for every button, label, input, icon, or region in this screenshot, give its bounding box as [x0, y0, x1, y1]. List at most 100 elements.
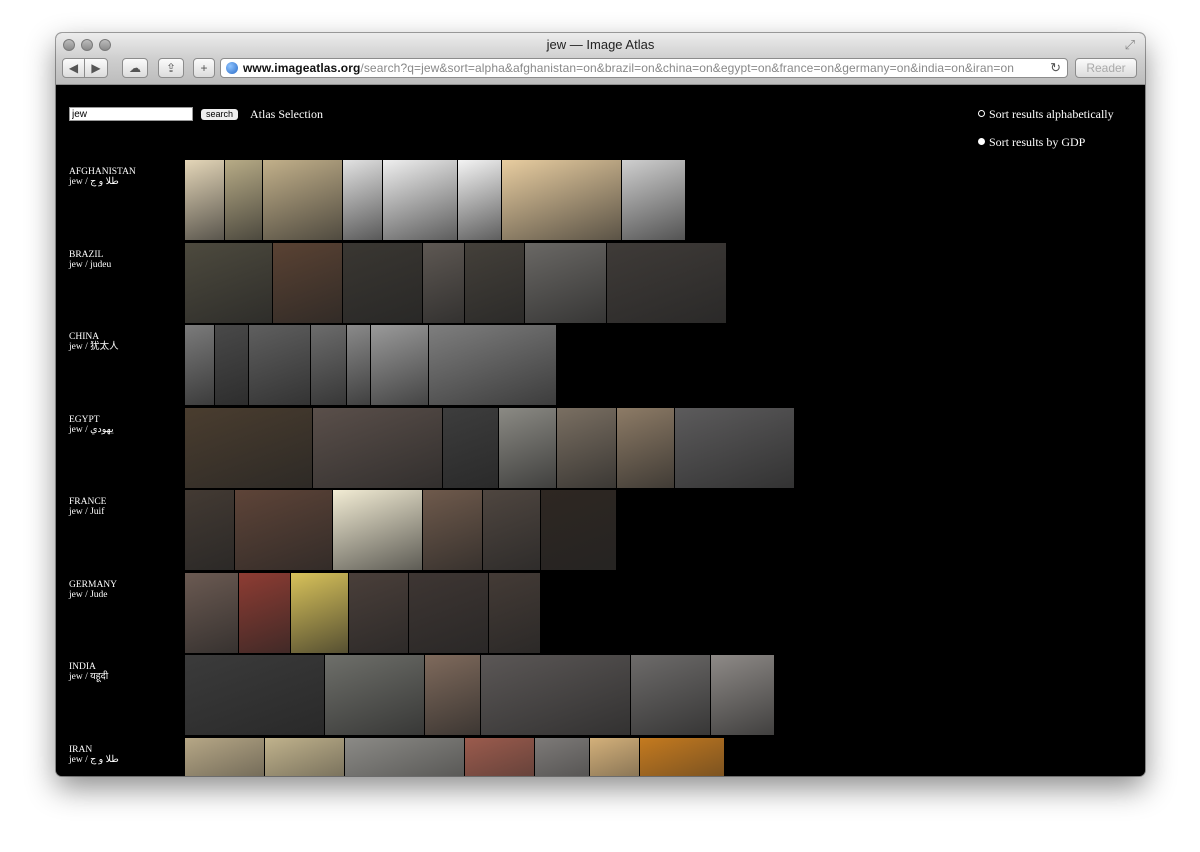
result-image[interactable]: [622, 160, 686, 240]
back-button[interactable]: ◀: [62, 58, 85, 78]
share-button[interactable]: ⇪: [158, 58, 184, 78]
window-title: jew — Image Atlas: [546, 37, 655, 52]
result-image[interactable]: [617, 407, 675, 488]
result-image[interactable]: [185, 655, 325, 735]
sort-alpha-radio-icon[interactable]: [978, 110, 985, 117]
result-image[interactable]: [429, 325, 557, 405]
country-label: IRAN jew / ﻃﻼ و ﺝ: [69, 745, 119, 765]
cloud-icon: ☁: [129, 61, 141, 75]
result-image[interactable]: [185, 490, 235, 570]
result-row: EGYPT jew / يهودي: [56, 407, 1145, 490]
country-name: IRAN: [69, 744, 93, 755]
result-image[interactable]: [423, 490, 483, 570]
result-image[interactable]: [313, 407, 443, 488]
result-image[interactable]: [711, 655, 775, 735]
search-terms: jew / ﻃﻼ و ﺝ: [69, 177, 119, 187]
forward-button[interactable]: ▶: [84, 58, 108, 78]
reload-icon[interactable]: ↻: [1050, 59, 1061, 77]
result-image[interactable]: [383, 160, 458, 240]
result-image[interactable]: [590, 737, 640, 776]
result-image[interactable]: [443, 407, 499, 488]
result-row: INDIA jew / यहूदी: [56, 655, 1145, 737]
result-row: CHINA jew / 犹太人: [56, 325, 1145, 407]
globe-icon: [226, 62, 238, 74]
sort-gdp-option[interactable]: Sort results by GDP: [978, 135, 1085, 150]
result-image[interactable]: [607, 242, 727, 323]
url-path: /search?q=jew&sort=alpha&afghanistan=on&…: [360, 61, 1015, 75]
result-row: FRANCE jew / Juif: [56, 490, 1145, 572]
result-image[interactable]: [343, 160, 383, 240]
result-image[interactable]: [425, 655, 481, 735]
page-content: search Atlas Selection Sort results alph…: [56, 85, 1145, 776]
country-name: AFGHANISTAN: [69, 167, 136, 177]
result-image[interactable]: [311, 325, 347, 405]
result-image[interactable]: [343, 242, 423, 323]
sort-alpha-option[interactable]: Sort results alphabetically: [978, 107, 1114, 122]
result-image[interactable]: [483, 490, 541, 570]
sort-alpha-label: Sort results alphabetically: [989, 107, 1114, 121]
result-image[interactable]: [535, 737, 590, 776]
result-image[interactable]: [273, 242, 343, 323]
country-label: AFGHANISTAN jew / ﻃﻼ و ﺝ: [69, 167, 136, 187]
sort-gdp-radio-icon[interactable]: [978, 138, 985, 145]
country-name: INDIA: [69, 662, 96, 672]
result-row: BRAZIL jew / judeu: [56, 242, 1145, 325]
result-image[interactable]: [499, 407, 557, 488]
result-image[interactable]: [249, 325, 311, 405]
result-image[interactable]: [489, 572, 541, 653]
search-terms: jew / यहूदी: [69, 672, 109, 682]
atlas-selection-link[interactable]: Atlas Selection: [250, 107, 323, 122]
result-image[interactable]: [347, 325, 371, 405]
country-label: GERMANY jew / Jude: [69, 580, 117, 600]
result-image[interactable]: [631, 655, 711, 735]
result-image[interactable]: [215, 325, 249, 405]
search-terms: jew / judeu: [69, 259, 112, 270]
image-strip: [185, 572, 541, 653]
add-bookmark-button[interactable]: +: [193, 58, 215, 78]
reader-button[interactable]: Reader: [1075, 58, 1137, 78]
search-terms: jew / 犹太人: [69, 342, 119, 352]
sort-gdp-label: Sort results by GDP: [989, 135, 1086, 149]
result-image[interactable]: [465, 737, 535, 776]
result-image[interactable]: [458, 160, 502, 240]
url-text: www.imageatlas.org/search?q=jew&sort=alp…: [243, 59, 1014, 77]
result-image[interactable]: [525, 242, 607, 323]
result-image[interactable]: [185, 572, 239, 653]
result-image[interactable]: [291, 572, 349, 653]
image-strip: [185, 407, 795, 488]
result-image[interactable]: [640, 737, 725, 776]
result-image[interactable]: [185, 737, 265, 776]
image-strip: [185, 490, 617, 570]
result-image[interactable]: [502, 160, 622, 240]
result-image[interactable]: [349, 572, 409, 653]
country-name: BRAZIL: [69, 249, 104, 260]
result-image[interactable]: [409, 572, 489, 653]
result-image[interactable]: [185, 242, 273, 323]
search-input[interactable]: [69, 107, 193, 121]
result-image[interactable]: [263, 160, 343, 240]
result-image[interactable]: [481, 655, 631, 735]
result-image[interactable]: [185, 160, 225, 240]
result-image[interactable]: [423, 242, 465, 323]
result-image[interactable]: [541, 490, 617, 570]
fullscreen-icon[interactable]: ⤢: [1125, 37, 1135, 53]
result-image[interactable]: [675, 407, 795, 488]
result-image[interactable]: [265, 737, 345, 776]
result-image[interactable]: [239, 572, 291, 653]
icloud-tabs-button[interactable]: ☁: [122, 58, 148, 78]
result-image[interactable]: [185, 407, 313, 488]
result-image[interactable]: [557, 407, 617, 488]
result-image[interactable]: [465, 242, 525, 323]
result-image[interactable]: [235, 490, 333, 570]
search-terms: jew / Juif: [69, 507, 105, 517]
result-image[interactable]: [225, 160, 263, 240]
address-bar[interactable]: www.imageatlas.org/search?q=jew&sort=alp…: [220, 58, 1068, 78]
search-terms: jew / يهودي: [69, 424, 114, 435]
result-image[interactable]: [371, 325, 429, 405]
result-image[interactable]: [325, 655, 425, 735]
search-button[interactable]: search: [201, 109, 238, 120]
result-image[interactable]: [345, 737, 465, 776]
country-label: FRANCE jew / Juif: [69, 497, 106, 517]
result-image[interactable]: [333, 490, 423, 570]
result-image[interactable]: [185, 325, 215, 405]
